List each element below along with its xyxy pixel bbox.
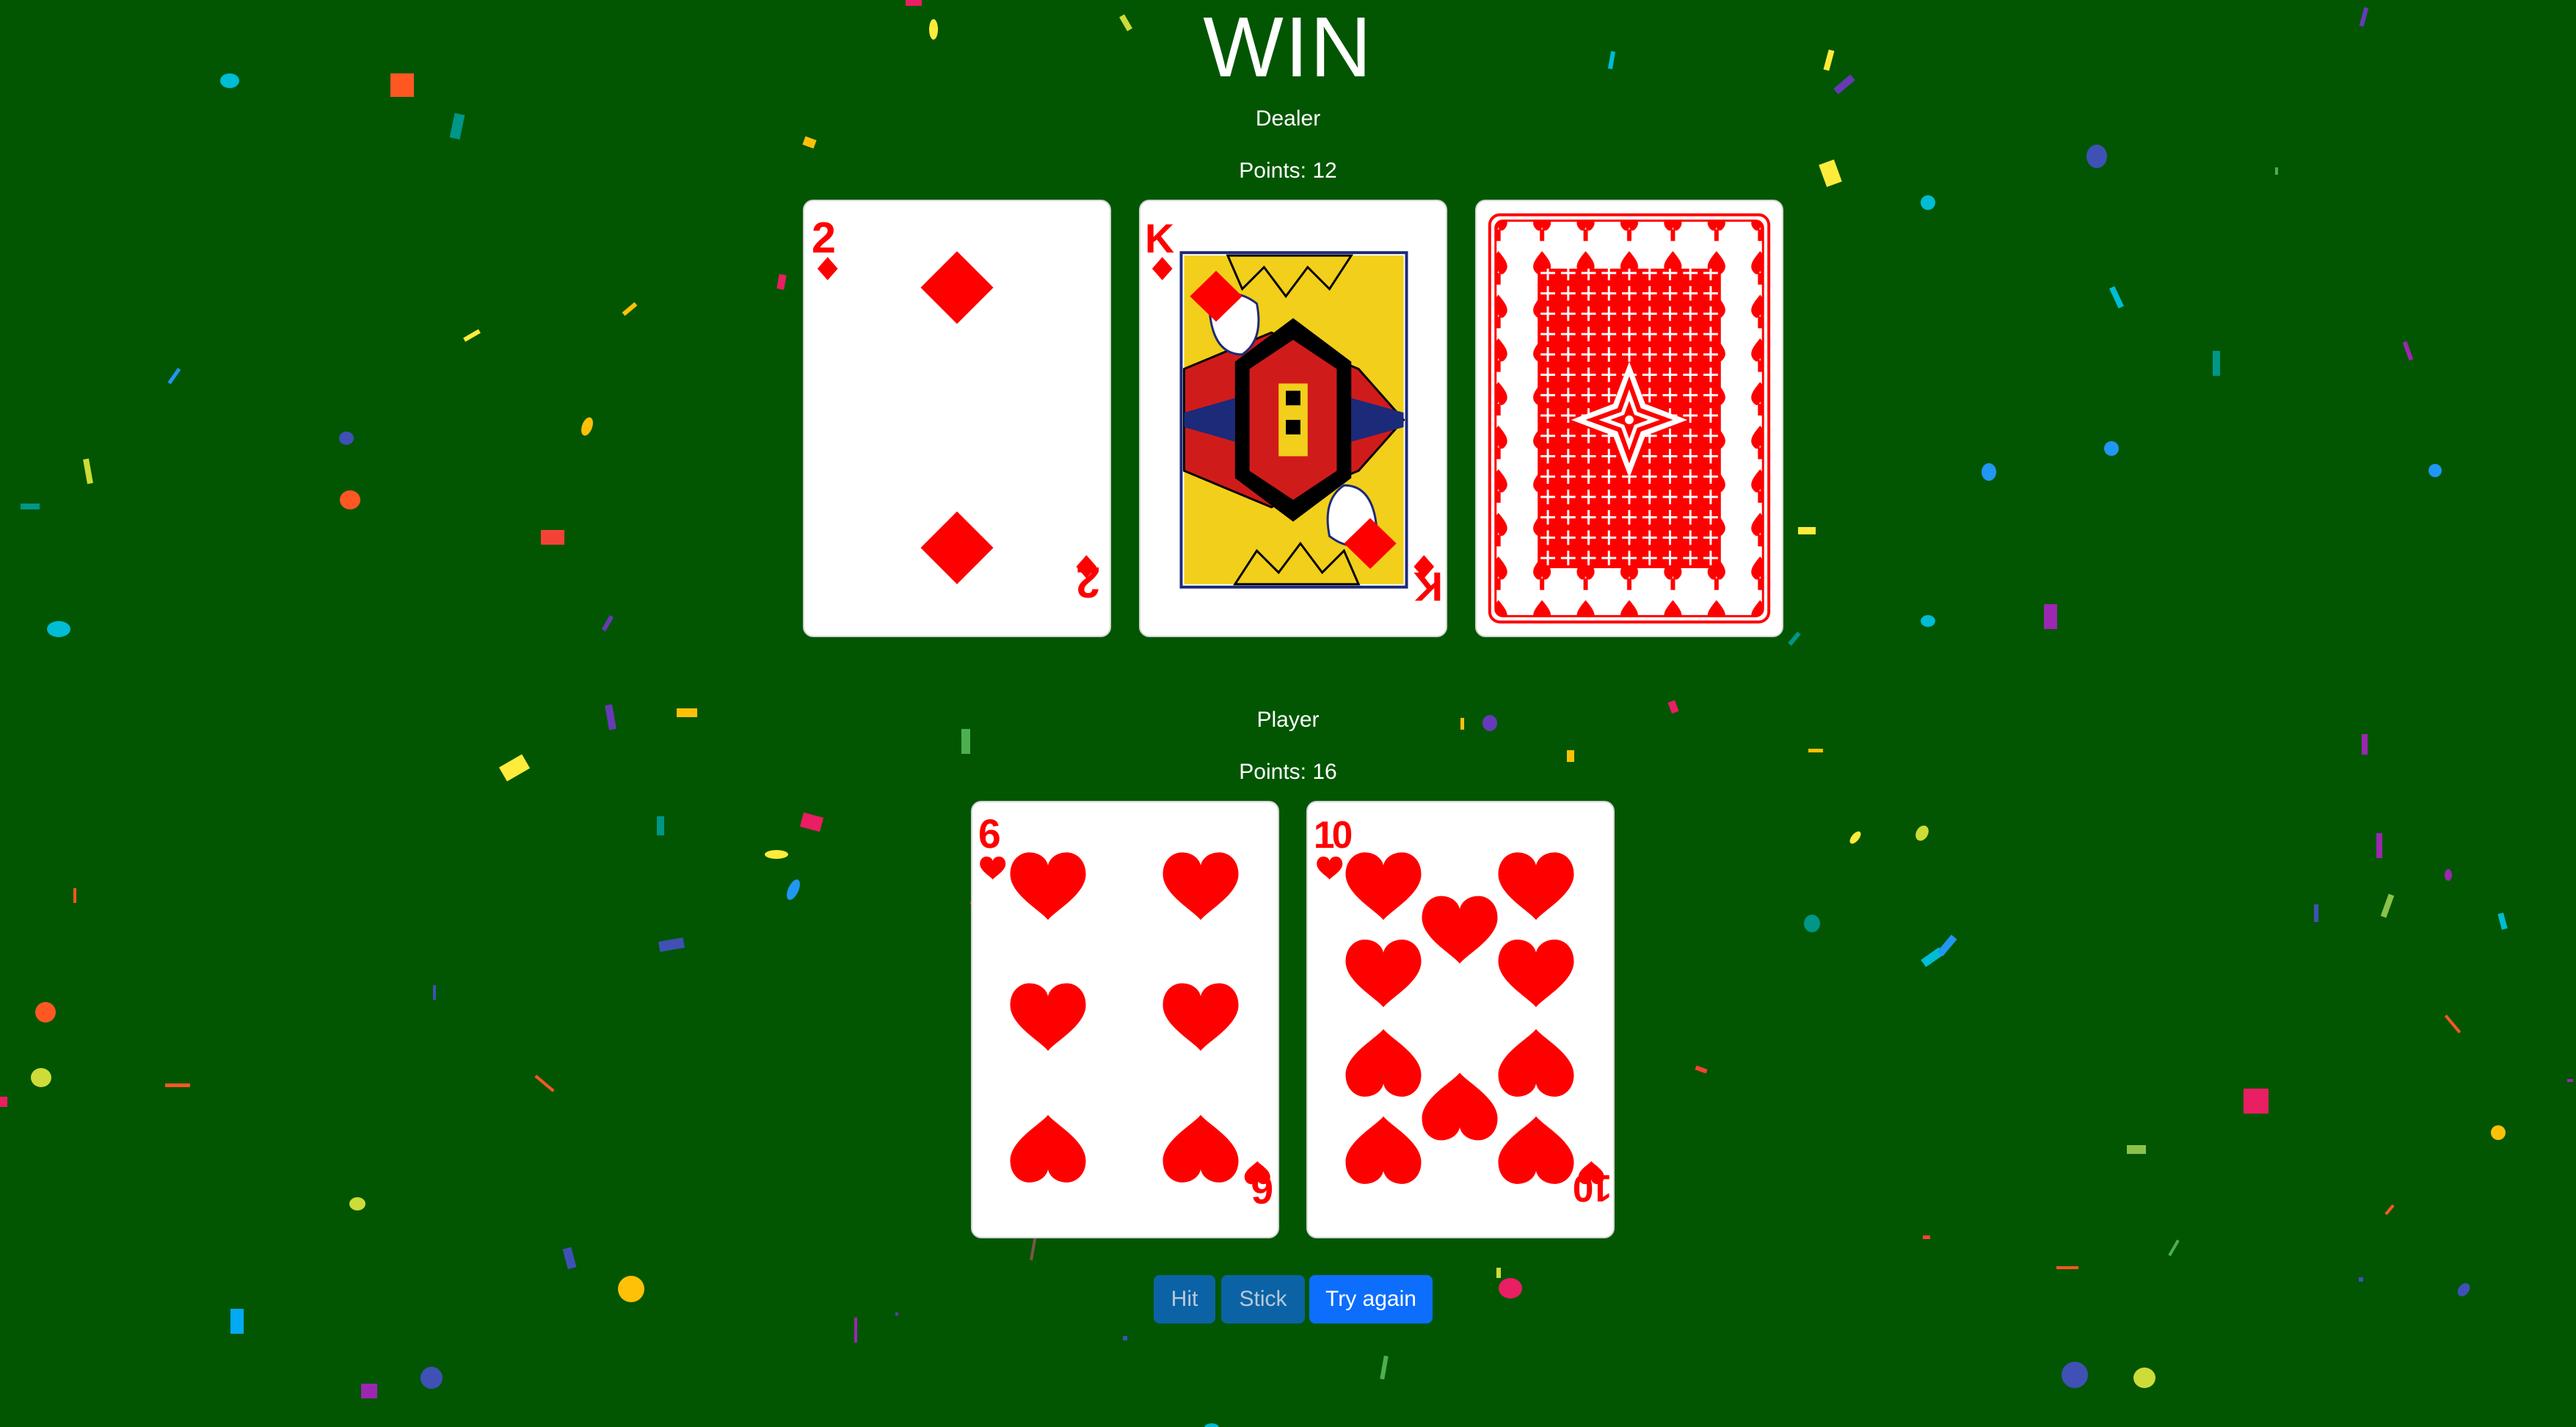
- heart-pip-icon: [1010, 852, 1086, 921]
- hit-button[interactable]: Hit: [1154, 1275, 1215, 1323]
- try-again-button[interactable]: Try again: [1309, 1275, 1433, 1323]
- dealer-points: Points: 12: [1239, 159, 1337, 183]
- heart-pip-icon: [1010, 983, 1086, 1051]
- player-label: Player: [1256, 708, 1320, 732]
- stick-button[interactable]: Stick: [1221, 1275, 1305, 1323]
- heart-pip-icon: [1498, 852, 1574, 921]
- dealer-card-2-of-diamonds: 2 2: [803, 200, 1111, 637]
- heart-icon: [1317, 856, 1343, 880]
- rank-corner: 6: [978, 811, 1001, 857]
- heart-pip-icon: [1498, 1116, 1574, 1184]
- rank-corner: 10: [1314, 813, 1352, 856]
- player-points: Points: 16: [1239, 760, 1337, 784]
- rank-corner: K: [1145, 216, 1174, 261]
- dealer-card-king-of-diamonds: K K: [1139, 200, 1447, 637]
- player-card-6-of-hearts: 6 6: [971, 801, 1279, 1238]
- heart-pip-icon: [1345, 1116, 1422, 1184]
- diamond-pip-icon: [920, 251, 994, 324]
- heart-pip-icon: [1498, 940, 1574, 1008]
- heart-icon: [980, 856, 1006, 880]
- heart-pip-icon: [1498, 1028, 1574, 1097]
- diamond-pip-icon: [920, 511, 994, 584]
- result-title: WIN: [1203, 0, 1373, 95]
- heart-pip-icon: [1422, 1072, 1498, 1141]
- heart-pip-icon: [1345, 1028, 1422, 1097]
- heart-pip-icon: [1163, 983, 1239, 1051]
- heart-pip-icon: [1010, 1114, 1086, 1183]
- rank-corner: 2: [812, 213, 836, 262]
- dealer-label: Dealer: [1255, 106, 1321, 131]
- dealer-card-face-down: [1475, 200, 1783, 637]
- heart-pip-icon: [1345, 852, 1422, 921]
- player-card-10-of-hearts: 10 10: [1306, 801, 1615, 1238]
- heart-pip-icon: [1163, 852, 1239, 921]
- heart-pip-icon: [1422, 896, 1498, 964]
- heart-pip-icon: [1163, 1114, 1239, 1183]
- heart-pip-icon: [1345, 940, 1422, 1008]
